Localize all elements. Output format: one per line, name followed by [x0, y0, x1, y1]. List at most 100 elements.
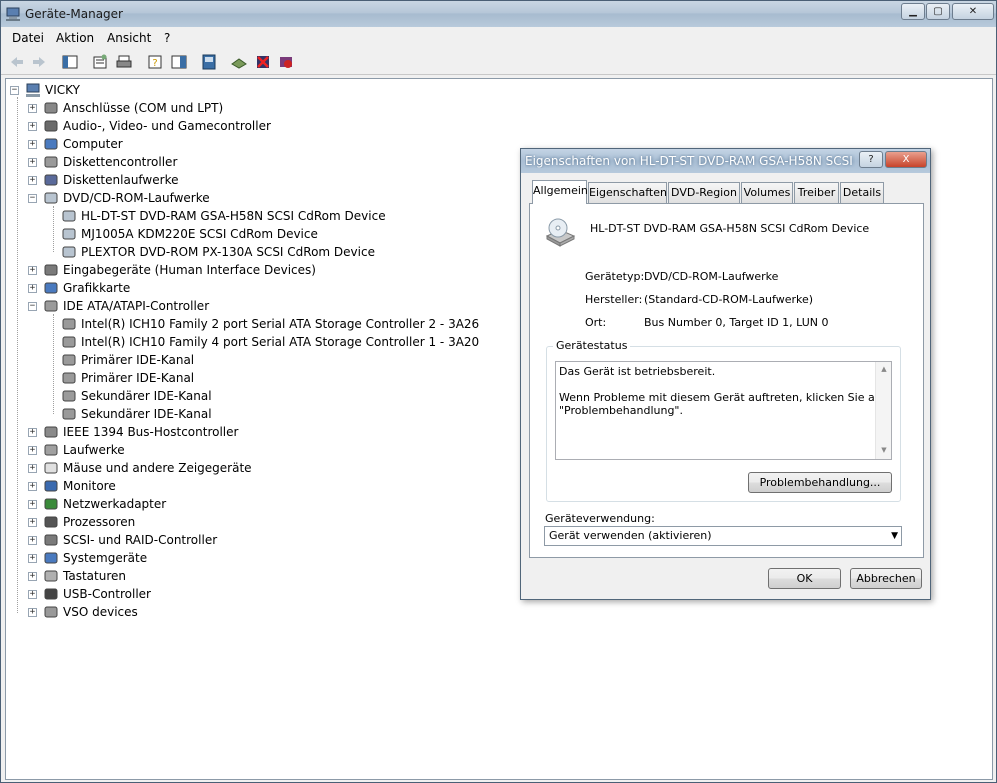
tab-dvd-region[interactable]: DVD-Region — [668, 182, 740, 203]
menu-aktion[interactable]: Aktion — [56, 31, 94, 45]
expand-icon[interactable]: + — [28, 121, 37, 131]
expand-icon[interactable]: + — [28, 589, 37, 599]
expand-icon[interactable]: + — [28, 103, 37, 113]
computer-icon — [44, 138, 58, 150]
controller-icon — [62, 372, 76, 384]
tree-category[interactable]: + Computer — [28, 135, 123, 153]
view-pane-icon[interactable] — [171, 54, 187, 70]
scroll-up-icon[interactable]: ▲ — [879, 365, 889, 373]
tree-device[interactable]: Sekundärer IDE-Kanal — [61, 387, 212, 405]
tree-category[interactable]: − DVD/CD-ROM-Laufwerke — [28, 189, 210, 207]
maximize-button[interactable]: ▢ — [926, 3, 950, 20]
tab-treiber[interactable]: Treiber — [794, 182, 839, 203]
collapse-icon[interactable]: − — [10, 85, 19, 95]
expand-icon[interactable]: + — [28, 157, 37, 167]
tree-device[interactable]: PLEXTOR DVD-ROM PX-130A SCSI CdRom Devic… — [61, 243, 375, 261]
device-status-textbox[interactable]: Das Gerät ist betriebsbereit. Wenn Probl… — [555, 361, 892, 460]
expand-icon[interactable]: + — [28, 445, 37, 455]
display-adapter-icon — [44, 282, 58, 294]
expand-icon[interactable]: + — [28, 607, 37, 617]
dialog-title-bar[interactable]: Eigenschaften von HL-DT-ST DVD-RAM GSA-H… — [521, 149, 930, 173]
device-manager-icon — [6, 7, 20, 21]
scroll-down-icon[interactable]: ▼ — [879, 446, 889, 454]
dialog-close-button[interactable]: X — [885, 151, 927, 168]
tree-category[interactable]: + Audio-, Video- und Gamecontroller — [28, 117, 271, 135]
tree-category[interactable]: − IDE ATA/ATAPI-Controller — [28, 297, 209, 315]
close-button[interactable]: ✕ — [952, 3, 994, 20]
expand-icon[interactable]: + — [28, 553, 37, 563]
console-tree-icon[interactable] — [62, 54, 78, 70]
minimize-button[interactable]: ▁ — [901, 3, 925, 20]
tree-category-label: USB-Controller — [63, 587, 151, 601]
tree-device[interactable]: Intel(R) ICH10 Family 4 port Serial ATA … — [61, 333, 479, 351]
tab-allgemein[interactable]: Allgemein — [532, 180, 588, 204]
tree-root[interactable]: − VICKY — [10, 81, 80, 99]
expand-icon[interactable]: + — [28, 283, 37, 293]
tree-category[interactable]: + Eingabegeräte (Human Interface Devices) — [28, 261, 316, 279]
device-usage-select[interactable]: Gerät verwenden (aktivieren) ▼ — [544, 526, 902, 546]
tree-category[interactable]: + SCSI- und RAID-Controller — [28, 531, 217, 549]
tree-device[interactable]: HL-DT-ST DVD-RAM GSA-H58N SCSI CdRom Dev… — [61, 207, 386, 225]
uninstall-icon[interactable] — [255, 54, 271, 70]
status-scrollbar[interactable]: ▲ ▼ — [875, 362, 891, 459]
back-arrow-icon[interactable] — [9, 54, 25, 70]
tree-category[interactable]: + Grafikkarte — [28, 279, 130, 297]
tree-device[interactable]: MJ1005A KDM220E SCSI CdRom Device — [61, 225, 318, 243]
chevron-down-icon[interactable]: ▼ — [891, 527, 898, 545]
tree-device-label: Sekundärer IDE-Kanal — [81, 389, 212, 403]
expand-icon[interactable]: + — [28, 517, 37, 527]
tree-category-label: SCSI- und RAID-Controller — [63, 533, 218, 547]
tree-device[interactable]: Primärer IDE-Kanal — [61, 351, 194, 369]
tree-category-label: Eingabegeräte (Human Interface Devices) — [63, 263, 316, 277]
help-icon[interactable]: ? — [147, 54, 163, 70]
tree-category[interactable]: + Tastaturen — [28, 567, 126, 585]
tree-category[interactable]: + Systemgeräte — [28, 549, 147, 567]
expand-icon[interactable]: + — [28, 427, 37, 437]
tree-category[interactable]: + Monitore — [28, 477, 116, 495]
collapse-icon[interactable]: − — [28, 193, 37, 203]
expand-icon[interactable]: + — [28, 175, 37, 185]
dialog-help-button[interactable]: ? — [859, 151, 883, 168]
update-driver-icon[interactable] — [231, 54, 247, 70]
controller-icon — [62, 336, 76, 348]
collapse-icon[interactable]: − — [28, 301, 37, 311]
tree-device[interactable]: Sekundärer IDE-Kanal — [61, 405, 212, 423]
tree-category[interactable]: + USB-Controller — [28, 585, 151, 603]
cancel-button[interactable]: Abbrechen — [850, 568, 922, 589]
tab-volumes[interactable]: Volumes — [741, 182, 793, 203]
tree-category-label: Diskettencontroller — [63, 155, 178, 169]
tab-eigenschaften[interactable]: Eigenschaften — [588, 182, 667, 203]
tree-device[interactable]: Primärer IDE-Kanal — [61, 369, 194, 387]
ok-button[interactable]: OK — [768, 568, 841, 589]
tab-details[interactable]: Details — [840, 182, 884, 203]
expand-icon[interactable]: + — [28, 463, 37, 473]
tree-category[interactable]: + Mäuse und andere Zeigegeräte — [28, 459, 252, 477]
tree-category[interactable]: + Diskettenlaufwerke — [28, 171, 178, 189]
expand-icon[interactable]: + — [28, 481, 37, 491]
expand-icon[interactable]: + — [28, 139, 37, 149]
menu-ansicht[interactable]: Ansicht — [107, 31, 151, 45]
expand-icon[interactable]: + — [28, 499, 37, 509]
forward-arrow-icon[interactable] — [31, 54, 47, 70]
properties-icon[interactable] — [92, 54, 108, 70]
tree-category[interactable]: + Anschlüsse (COM und LPT) — [28, 99, 223, 117]
tree-category[interactable]: + Prozessoren — [28, 513, 135, 531]
expand-icon[interactable]: + — [28, 265, 37, 275]
scan-hardware-icon[interactable] — [201, 54, 217, 70]
expand-icon[interactable]: + — [28, 571, 37, 581]
controller-icon — [44, 300, 58, 312]
menu-datei[interactable]: Datei — [12, 31, 44, 45]
print-icon[interactable] — [116, 54, 132, 70]
menu-help[interactable]: ? — [164, 31, 170, 45]
tree-device[interactable]: Intel(R) ICH10 Family 2 port Serial ATA … — [61, 315, 479, 333]
tree-category[interactable]: + Diskettencontroller — [28, 153, 177, 171]
tree-category[interactable]: + Laufwerke — [28, 441, 125, 459]
tree-category[interactable]: + VSO devices — [28, 603, 138, 621]
cdrom-drive-icon — [545, 218, 576, 247]
tree-category[interactable]: + Netzwerkadapter — [28, 495, 166, 513]
expand-icon[interactable]: + — [28, 535, 37, 545]
disable-device-icon[interactable] — [278, 54, 294, 70]
title-bar[interactable]: Geräte-Manager ▁ ▢ ✕ — [1, 1, 996, 27]
troubleshoot-button[interactable]: Problembehandlung... — [748, 472, 892, 493]
tree-category[interactable]: + IEEE 1394 Bus-Hostcontroller — [28, 423, 238, 441]
